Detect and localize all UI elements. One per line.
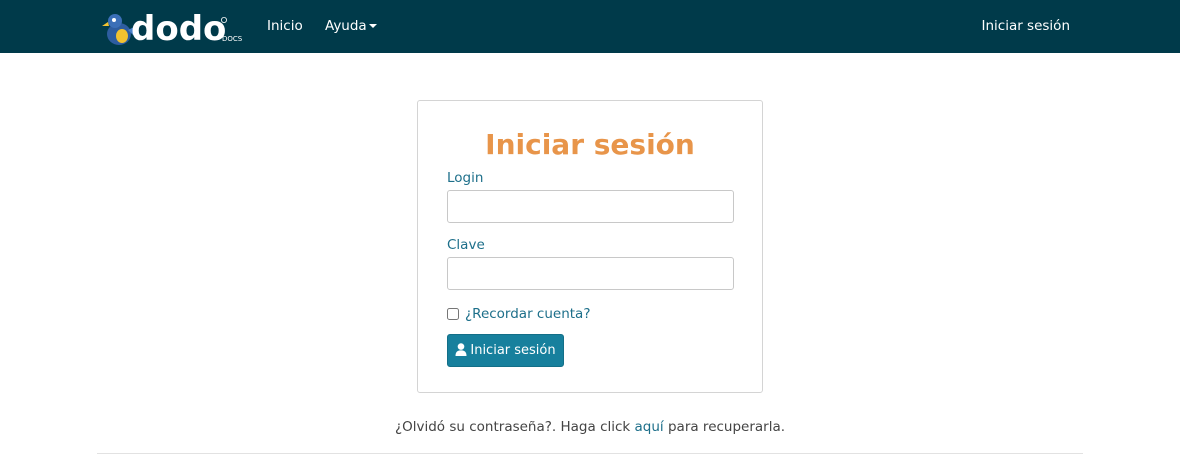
nav-login-link[interactable]: Iniciar sesión <box>981 18 1070 34</box>
recover-password-link[interactable]: aquí <box>635 419 664 435</box>
remember-checkbox[interactable] <box>447 308 459 320</box>
forgot-suffix: para recuperarla. <box>663 419 786 435</box>
login-panel: Iniciar sesión Login Clave ¿Recordar cue… <box>417 100 763 393</box>
svg-text:dodo: dodo <box>131 9 226 48</box>
dodo-logo[interactable]: dodo DOCS <box>100 8 245 48</box>
nav-ayuda-dropdown[interactable]: Ayuda <box>325 18 377 34</box>
svg-text:DOCS: DOCS <box>222 35 243 43</box>
login-label: Login <box>447 170 484 186</box>
remember-label[interactable]: ¿Recordar cuenta? <box>465 306 591 322</box>
top-navbar: dodo DOCS Inicio Ayuda Iniciar sesión <box>0 0 1180 53</box>
footer-divider <box>97 453 1083 454</box>
forgot-prefix: ¿Olvidó su contraseña?. Haga click <box>394 419 635 435</box>
nav-inicio-link[interactable]: Inicio <box>267 18 303 34</box>
password-label: Clave <box>447 237 485 253</box>
login-input[interactable] <box>447 190 734 223</box>
password-input[interactable] <box>447 257 734 290</box>
forgot-password-text: ¿Olvidó su contraseña?. Haga click aquí … <box>0 419 1180 435</box>
login-submit-label: Iniciar sesión <box>470 343 556 358</box>
user-icon <box>455 343 467 356</box>
login-submit-button[interactable]: Iniciar sesión <box>447 334 564 367</box>
nav-ayuda-label: Ayuda <box>325 18 367 34</box>
caret-down-icon <box>368 24 377 28</box>
page-title: Iniciar sesión <box>485 128 695 161</box>
